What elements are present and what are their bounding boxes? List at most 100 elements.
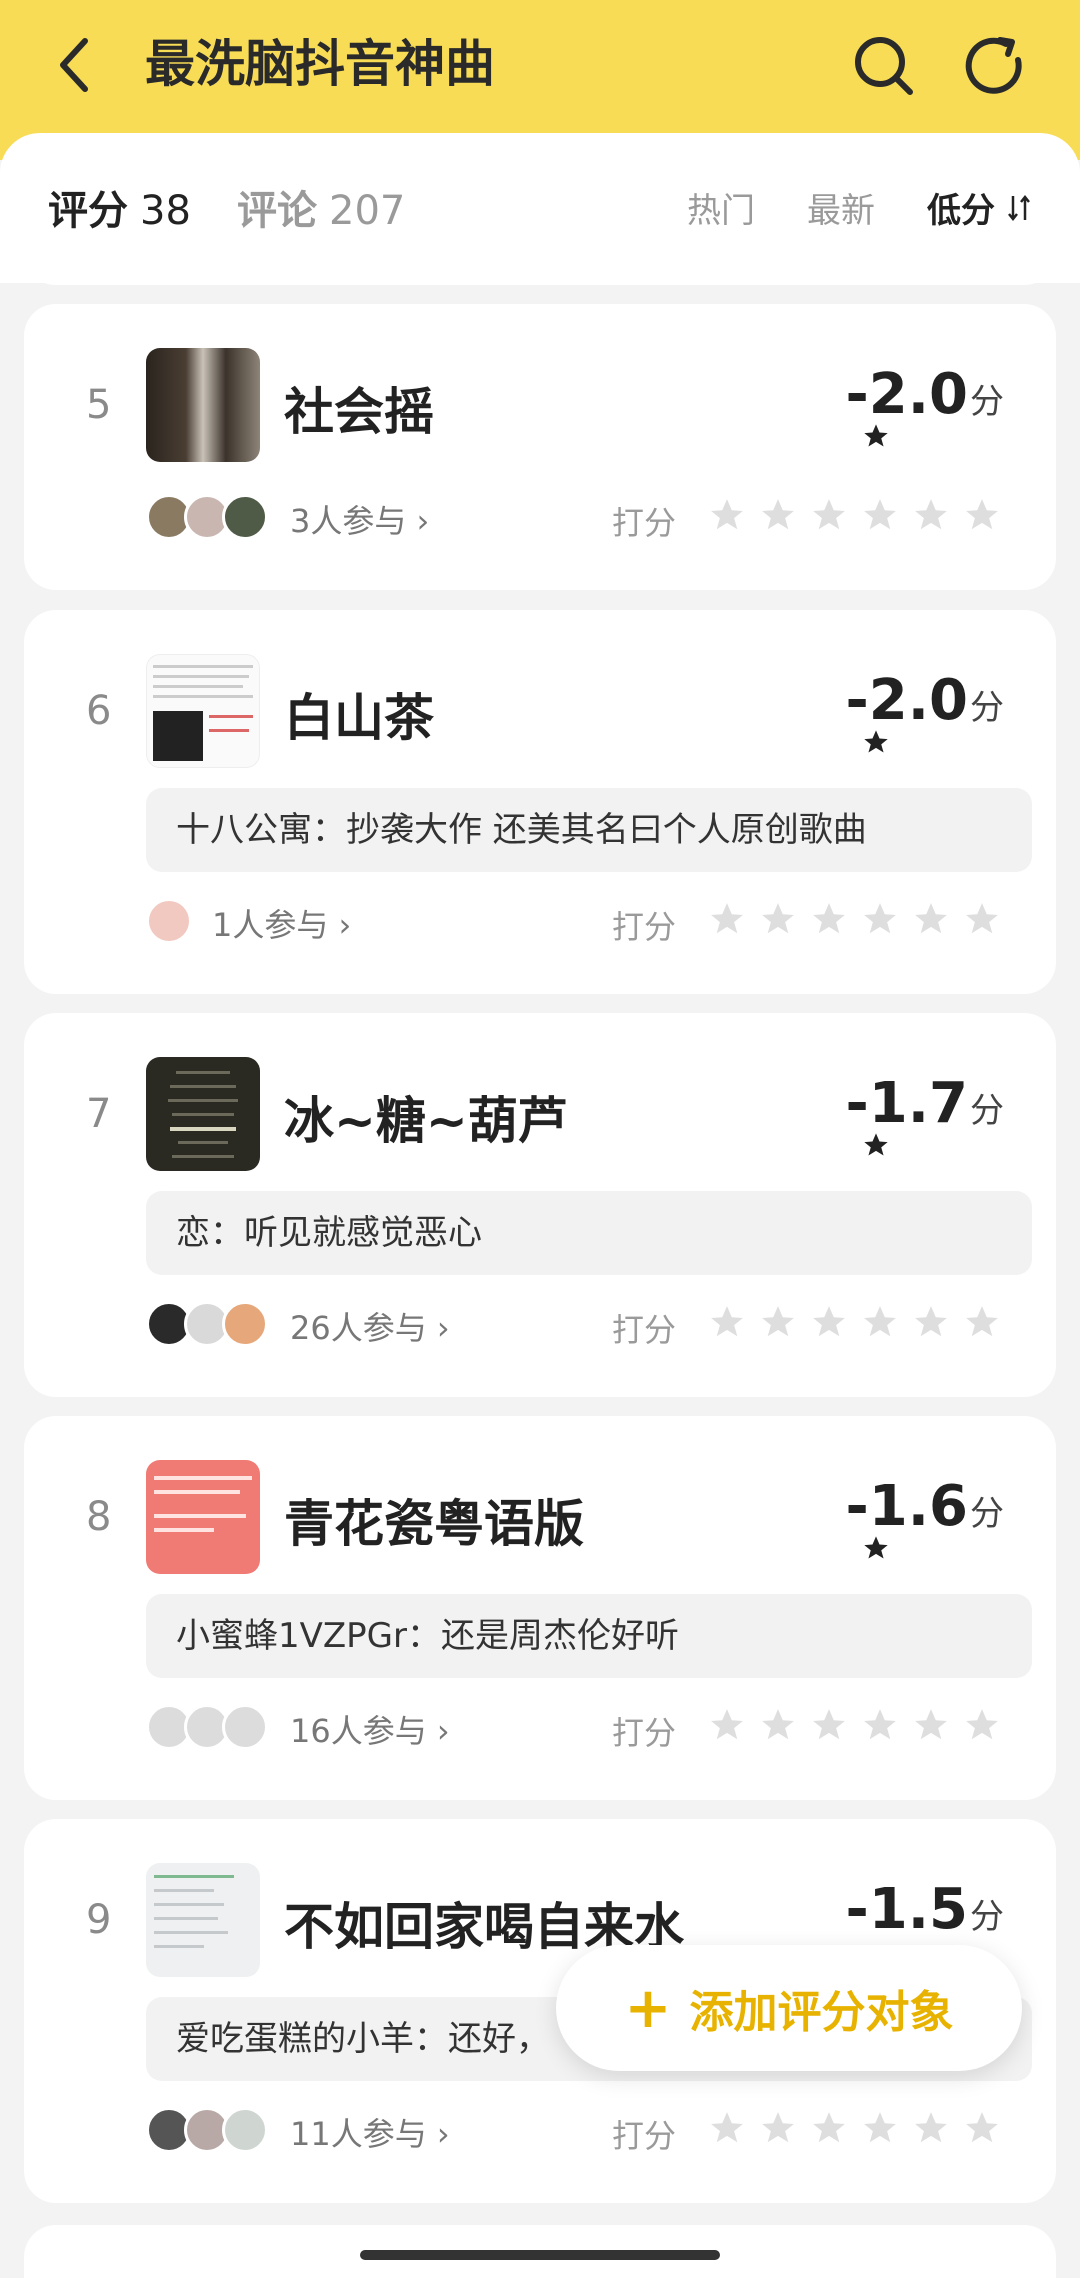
score-unit: 分 xyxy=(970,382,1004,422)
avatar xyxy=(222,2107,268,2153)
participant-avatars[interactable] xyxy=(146,1704,268,1752)
rate-label: 打分 xyxy=(612,504,677,542)
search-button[interactable] xyxy=(848,30,918,100)
top-comment[interactable]: 恋：听见就感觉恶心 xyxy=(146,1191,1032,1275)
list-item[interactable]: 5 社会摇 -2.0 分 3人参与 › 打分 xyxy=(24,304,1056,590)
star-icon[interactable] xyxy=(810,496,848,534)
list-item[interactable]: 8 青花瓷粤语版 -1.6 分 小蜜蜂1VZPGr：还是周杰伦好听 16人参与 … xyxy=(24,1416,1056,1800)
star-icon[interactable] xyxy=(861,2109,899,2147)
sort-low-label: 低分 xyxy=(927,191,995,231)
rating-stars[interactable] xyxy=(708,900,1001,938)
star-icon[interactable] xyxy=(759,496,797,534)
star-icon[interactable] xyxy=(810,1706,848,1744)
participant-avatars[interactable] xyxy=(146,1301,268,1349)
sort-new[interactable]: 最新 xyxy=(807,183,875,232)
avatar xyxy=(222,494,268,540)
rating-stars[interactable] xyxy=(708,1706,1001,1744)
rate-label: 打分 xyxy=(612,2117,677,2155)
comment-user: 恋： xyxy=(176,1213,244,1253)
add-rating-object-button[interactable]: + 添加评分对象 xyxy=(556,1945,1022,2071)
star-icon[interactable] xyxy=(759,1303,797,1341)
participants-count: 1人参与 xyxy=(212,906,329,944)
star-icon[interactable] xyxy=(861,900,899,938)
star-icon[interactable] xyxy=(810,900,848,938)
list-item[interactable]: 6 白山茶 -2.0 分 十八公寓：抄袭大作 还美其名曰个人原创歌曲 1人参与 … xyxy=(24,610,1056,994)
list-item[interactable]: 7 冰~糖~葫芦 -1.7 分 恋：听见就感觉恶心 26人参与 › 打分 xyxy=(24,1013,1056,1397)
page-title: 最洗脑抖音神曲 xyxy=(145,35,495,93)
chevron-right-icon: › xyxy=(436,2115,450,2153)
refresh-icon xyxy=(965,37,1022,94)
participants-count: 26人参与 xyxy=(290,1309,427,1347)
participants-link[interactable]: 16人参与 › xyxy=(290,1706,450,1752)
item-score: -2.0 xyxy=(845,362,968,427)
star-icon[interactable] xyxy=(759,2109,797,2147)
star-icon[interactable] xyxy=(708,900,746,938)
star-icon[interactable] xyxy=(708,496,746,534)
top-comment[interactable]: 十八公寓：抄袭大作 还美其名曰个人原创歌曲 xyxy=(146,788,1032,872)
item-score: -1.6 xyxy=(845,1474,968,1539)
chevron-right-icon: › xyxy=(436,1309,450,1347)
star-icon[interactable] xyxy=(861,1706,899,1744)
star-icon[interactable] xyxy=(708,1303,746,1341)
comment-text: 还好， xyxy=(448,2019,550,2059)
rate-label: 打分 xyxy=(612,908,677,946)
star-icon[interactable] xyxy=(759,900,797,938)
participants-link[interactable]: 3人参与 › xyxy=(290,496,429,542)
previous-card-edge xyxy=(24,250,1056,285)
star-icon[interactable] xyxy=(810,2109,848,2147)
rate-label: 打分 xyxy=(612,1311,677,1349)
star-icon[interactable] xyxy=(708,1706,746,1744)
rating-stars[interactable] xyxy=(708,2109,1001,2147)
tab-comment-label: 评论 xyxy=(237,188,317,234)
star-icon[interactable] xyxy=(912,900,950,938)
score-unit: 分 xyxy=(970,688,1004,728)
participants-link[interactable]: 1人参与 › xyxy=(212,900,351,946)
star-icon[interactable] xyxy=(963,496,1001,534)
participants-count: 3人参与 xyxy=(290,502,407,540)
thumbnail xyxy=(146,1057,260,1171)
participants-count: 11人参与 xyxy=(290,2115,427,2153)
star-icon[interactable] xyxy=(708,2109,746,2147)
back-button[interactable] xyxy=(40,30,110,100)
top-comment[interactable]: 小蜜蜂1VZPGr：还是周杰伦好听 xyxy=(146,1594,1032,1678)
rating-stars[interactable] xyxy=(708,1303,1001,1341)
half-star-icon xyxy=(864,424,888,447)
tab-score[interactable]: 评分 38 xyxy=(48,178,191,236)
rating-stars[interactable] xyxy=(708,496,1001,534)
participants-link[interactable]: 11人参与 › xyxy=(290,2109,450,2155)
star-icon[interactable] xyxy=(912,2109,950,2147)
participant-avatars[interactable] xyxy=(146,2107,268,2155)
sort-low[interactable]: 低分 xyxy=(927,183,1031,232)
participants-count: 16人参与 xyxy=(290,1712,427,1750)
sort-hot[interactable]: 热门 xyxy=(687,183,755,232)
avatar xyxy=(146,898,192,944)
participant-avatars[interactable] xyxy=(146,898,192,946)
item-score: -2.0 xyxy=(845,668,968,733)
tab-comment[interactable]: 评论 207 xyxy=(237,178,405,236)
star-icon[interactable] xyxy=(912,1706,950,1744)
star-icon[interactable] xyxy=(759,1706,797,1744)
participant-avatars[interactable] xyxy=(146,494,268,542)
star-icon[interactable] xyxy=(963,1706,1001,1744)
item-name: 白山茶 xyxy=(284,689,434,747)
chevron-right-icon: › xyxy=(436,1712,450,1750)
star-icon[interactable] xyxy=(963,2109,1001,2147)
score-unit: 分 xyxy=(970,1897,1004,1937)
home-indicator[interactable] xyxy=(360,2250,720,2260)
star-icon[interactable] xyxy=(861,1303,899,1341)
chevron-right-icon: › xyxy=(416,502,430,540)
rank: 7 xyxy=(86,1091,112,1137)
star-icon[interactable] xyxy=(912,1303,950,1341)
star-icon[interactable] xyxy=(963,1303,1001,1341)
star-icon[interactable] xyxy=(963,900,1001,938)
add-rating-object-label: 添加评分对象 xyxy=(689,1987,954,2038)
half-star-icon xyxy=(864,1133,888,1156)
thumbnail xyxy=(146,654,260,768)
refresh-button[interactable] xyxy=(960,30,1030,100)
star-icon[interactable] xyxy=(810,1303,848,1341)
thumbnail xyxy=(146,1460,260,1574)
star-icon[interactable] xyxy=(861,496,899,534)
comment-text: 听见就感觉恶心 xyxy=(244,1213,482,1253)
participants-link[interactable]: 26人参与 › xyxy=(290,1303,450,1349)
star-icon[interactable] xyxy=(912,496,950,534)
